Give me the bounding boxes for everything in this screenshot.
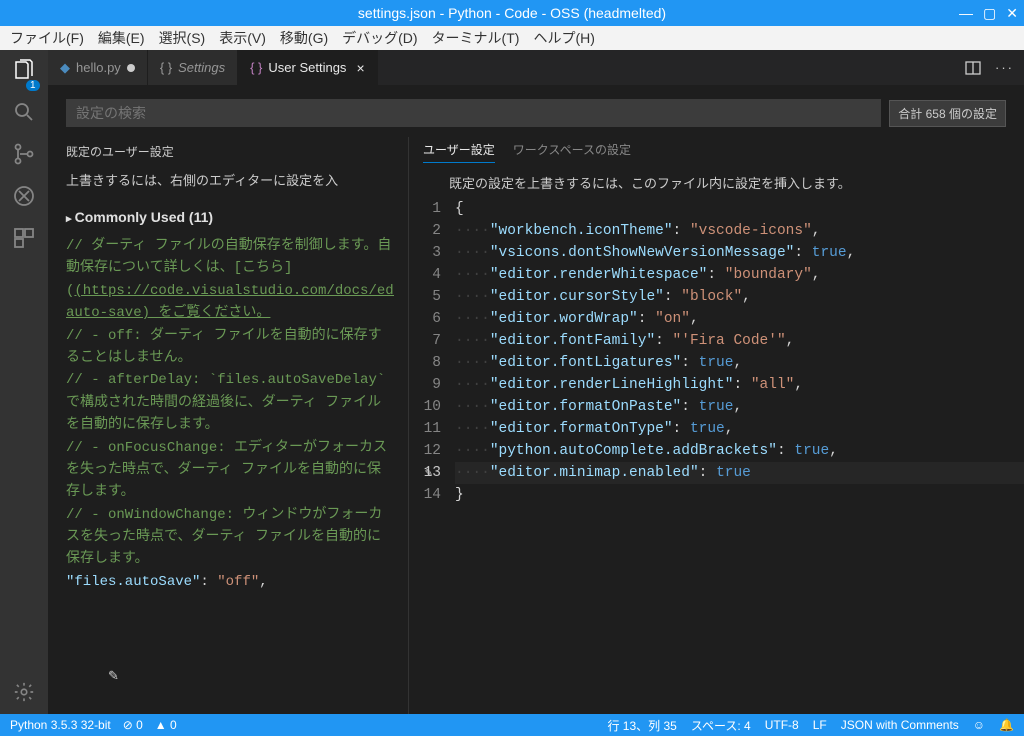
status-python[interactable]: Python 3.5.3 32-bit: [10, 718, 111, 732]
editor-area: ◆ hello.py { } Settings { } User Setting…: [48, 50, 1024, 714]
user-settings-hint: 既定の設定を上書きするには、このファイル内に設定を挿入します。: [409, 167, 1024, 198]
menu-go[interactable]: 移動(G): [276, 28, 332, 48]
default-settings-content[interactable]: // ダーティ ファイルの自動保存を制御します。自動保存について詳しくは、[こち…: [66, 235, 394, 593]
code-lines[interactable]: {····"workbench.iconTheme": "vscode-icon…: [455, 198, 1024, 714]
status-bell-icon[interactable]: 🔔: [999, 718, 1014, 732]
comment-line: // - afterDelay: `files.autoSaveDelay` で…: [66, 369, 394, 436]
braces-icon: { }: [160, 60, 172, 75]
default-settings-pane: 既定のユーザー設定 上書きするには、右側のエディターに設定を入 Commonly…: [48, 137, 408, 714]
status-encoding[interactable]: UTF-8: [765, 718, 799, 732]
python-icon: ◆: [60, 60, 70, 76]
settings-gear-icon[interactable]: [12, 680, 36, 704]
menu-file[interactable]: ファイル(F): [6, 28, 88, 48]
settings-count: 合計 658 個の設定: [889, 100, 1006, 127]
more-icon[interactable]: ···: [995, 60, 1014, 75]
window-minimize[interactable]: —: [959, 5, 973, 21]
menu-selection[interactable]: 選択(S): [155, 28, 210, 48]
settings-search-input[interactable]: [66, 99, 881, 127]
status-warnings[interactable]: ▲ 0: [155, 718, 177, 732]
status-eol[interactable]: LF: [813, 718, 827, 732]
status-bar: Python 3.5.3 32-bit ⊘ 0 ▲ 0 行 13、列 35 スペ…: [0, 714, 1024, 736]
tab-label: hello.py: [76, 60, 121, 75]
line-gutter: 1234567891011121314: [409, 198, 455, 714]
comment-line: ((https://code.visualstudio.com/docs/edi…: [66, 280, 394, 325]
window-close[interactable]: ✕: [1006, 5, 1018, 22]
menu-bar: ファイル(F) 編集(E) 選択(S) 表示(V) 移動(G) デバッグ(D) …: [0, 26, 1024, 50]
menu-view[interactable]: 表示(V): [215, 28, 270, 48]
explorer-icon[interactable]: [12, 58, 36, 82]
comment-line: // ダーティ ファイルの自動保存を制御します。自動保存について詳しくは、[こち…: [66, 235, 394, 280]
tab-user-settings[interactable]: { } User Settings ×: [238, 50, 378, 85]
braces-icon: { }: [250, 60, 262, 75]
search-icon[interactable]: [12, 100, 36, 124]
explorer-badge: 1: [26, 80, 40, 91]
user-settings-pane: ユーザー設定 ワークスペースの設定 既定の設定を上書きするには、このファイル内に…: [408, 137, 1024, 714]
close-icon[interactable]: ×: [356, 60, 364, 76]
source-control-icon[interactable]: [12, 142, 36, 166]
window-maximize[interactable]: ▢: [983, 5, 996, 22]
status-feedback-icon[interactable]: ☺: [973, 718, 985, 732]
debug-icon[interactable]: [12, 184, 36, 208]
tab-hello-py[interactable]: ◆ hello.py: [48, 50, 148, 85]
tab-settings[interactable]: { } Settings: [148, 50, 238, 85]
status-indent[interactable]: スペース: 4: [691, 717, 751, 734]
tab-workspace-scope[interactable]: ワークスペースの設定: [513, 141, 631, 163]
menu-terminal[interactable]: ターミナル(T): [428, 28, 524, 48]
status-language[interactable]: JSON with Comments: [841, 718, 959, 732]
edit-pencil-icon[interactable]: ✎: [108, 668, 119, 684]
section-commonly-used[interactable]: Commonly Used (11): [66, 199, 394, 235]
split-editor-icon[interactable]: [965, 60, 981, 76]
menu-help[interactable]: ヘルプ(H): [529, 28, 598, 48]
tab-label: User Settings: [268, 60, 346, 75]
settings-editor[interactable]: 1234567891011121314 {····"workbench.icon…: [409, 198, 1024, 714]
menu-debug[interactable]: デバッグ(D): [338, 28, 421, 48]
default-settings-header: 既定のユーザー設定: [66, 137, 394, 166]
status-errors[interactable]: ⊘ 0: [123, 718, 143, 732]
extensions-icon[interactable]: [12, 226, 36, 250]
activity-bar: 1: [0, 50, 48, 714]
default-setting-kv: "files.autoSave": "off",: [66, 571, 394, 593]
tab-label: Settings: [178, 60, 225, 75]
editor-tabs: ◆ hello.py { } Settings { } User Setting…: [48, 50, 1024, 85]
comment-line: // - onWindowChange: ウィンドウがフォーカスを失った時点で、…: [66, 504, 394, 571]
window-titlebar: settings.json - Python - Code - OSS (hea…: [0, 0, 1024, 26]
status-cursor-pos[interactable]: 行 13、列 35: [607, 717, 676, 734]
window-title: settings.json - Python - Code - OSS (hea…: [358, 5, 666, 21]
overwrite-hint: 上書きするには、右側のエディターに設定を入: [66, 166, 394, 199]
doc-link[interactable]: (https://code.visualstudio.com/docs/edit…: [66, 283, 394, 321]
comment-line: // - off: ダーティ ファイルを自動的に保存することはしません。: [66, 325, 394, 370]
comment-line: // - onFocusChange: エディターがフォーカスを失った時点で、ダ…: [66, 437, 394, 504]
tab-user-scope[interactable]: ユーザー設定: [423, 141, 495, 163]
dirty-indicator-icon: [127, 64, 135, 72]
menu-edit[interactable]: 編集(E): [94, 28, 149, 48]
